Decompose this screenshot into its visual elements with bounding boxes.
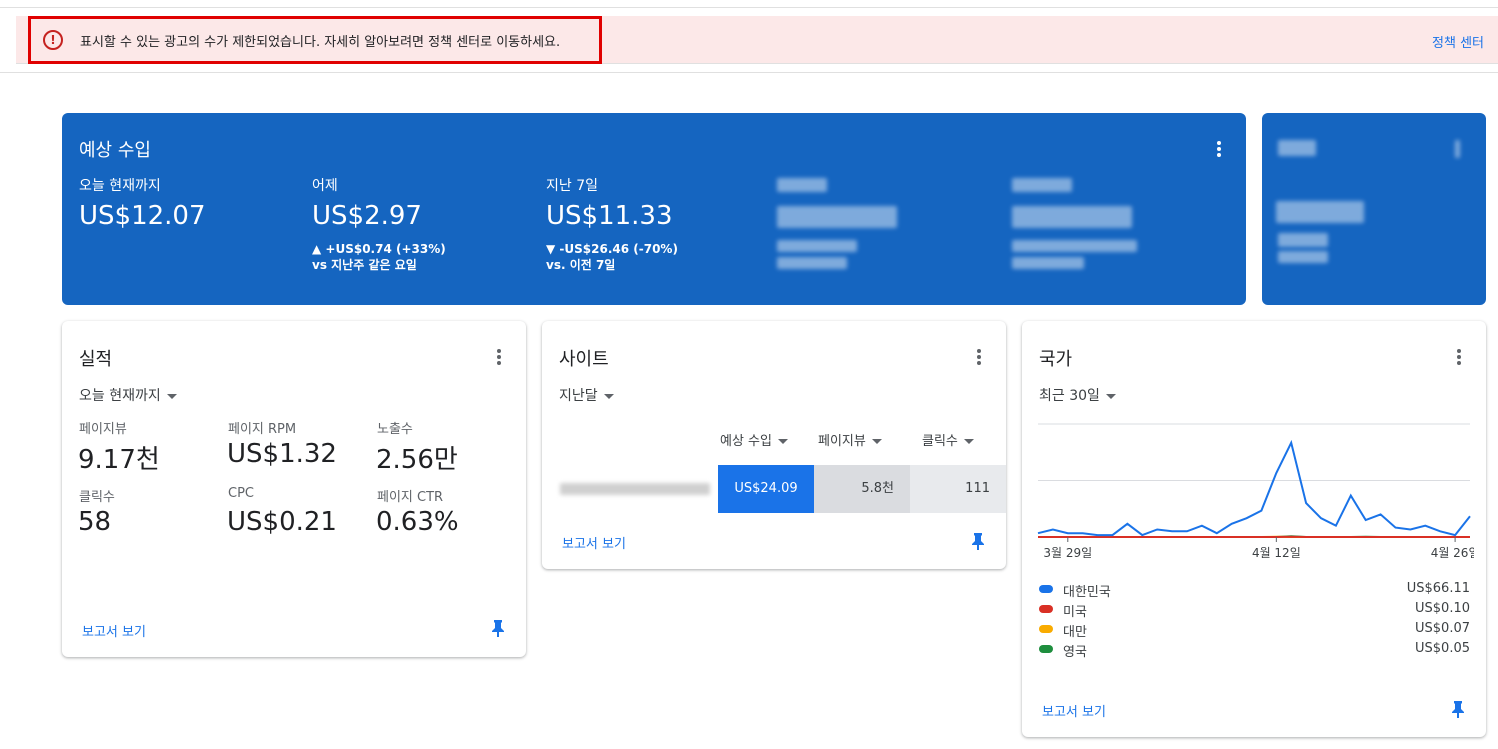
banner-message: 표시할 수 있는 광고의 수가 제한되었습니다. 자세히 알아보려면 정책 센터…: [80, 35, 561, 50]
x-tick-label: 3월 29일: [1043, 546, 1092, 560]
legend-earnings-value: US$0.10: [1415, 601, 1470, 616]
metric-value: US$12.07: [79, 201, 206, 231]
metric-value: US$2.97: [312, 201, 422, 231]
blurred-content: [777, 257, 847, 269]
column-header-earnings[interactable]: 예상 수입: [720, 430, 788, 449]
blurred-content: [777, 240, 857, 252]
top-divider: [0, 7, 1498, 8]
x-tick-label: 4월 26일: [1431, 546, 1474, 560]
metric-label: 오늘 현재까지: [79, 178, 161, 194]
estimated-earnings-card: 예상 수입 오늘 현재까지 US$12.07 어제 US$2.97 ▲ +US$…: [62, 113, 1246, 305]
view-report-link[interactable]: 보고서 보기: [1042, 701, 1106, 720]
metric-change: ▼ -US$26.46 (-70%) vs. 이전 7일: [546, 242, 678, 272]
blurred-content: [1012, 178, 1072, 192]
metric-label: 지난 7일: [546, 178, 598, 194]
legend-country-name: 대만: [1063, 625, 1087, 640]
caret-down-icon: [1105, 393, 1116, 399]
banner-divider: [0, 72, 1498, 73]
blurred-content: [1012, 206, 1132, 228]
date-range-dropdown[interactable]: 지난달: [559, 385, 614, 405]
cell-clicks: 111: [910, 465, 1006, 513]
metric-yesterday: 어제 US$2.97 ▲ +US$0.74 (+33%) vs 지난주 같은 요…: [312, 175, 512, 273]
card-title: 국가: [1039, 349, 1073, 370]
blurred-content: [777, 206, 897, 228]
metric-label: 노출수: [377, 422, 413, 437]
legend-color-swatch: [1039, 605, 1053, 613]
metric-value: 0.63%: [376, 507, 459, 537]
blurred-content: [1012, 240, 1137, 252]
x-tick-label: 4월 12일: [1252, 546, 1301, 560]
pin-icon[interactable]: [1451, 700, 1465, 718]
sites-card: 사이트 지난달 예상 수입 페이지뷰 클릭수 US$24.09 5.8천 111…: [542, 321, 1006, 569]
more-vert-icon[interactable]: [976, 349, 982, 369]
caret-down-icon: [603, 393, 614, 399]
caret-down-icon: [166, 393, 177, 399]
blurred-content: [1455, 140, 1460, 158]
series-line-대한민국: [1037, 439, 1471, 537]
caret-down-icon: [963, 439, 974, 444]
card-title: 예상 수입: [79, 140, 151, 161]
date-range-dropdown[interactable]: 오늘 현재까지: [79, 385, 177, 405]
legend-country-name: 대한민국: [1063, 585, 1111, 600]
legend-color-swatch: [1039, 645, 1053, 653]
country-line-chart: 3월 29일 4월 12일 4월 26일: [1037, 423, 1474, 560]
blurred-content: [1278, 233, 1328, 247]
metric-label: CPC: [228, 486, 254, 501]
legend-earnings-value: US$66.11: [1406, 581, 1470, 596]
legend-item[interactable]: 미국 US$0.10: [1039, 599, 1470, 620]
legend-country-name: 미국: [1063, 605, 1087, 620]
metric-label: 어제: [312, 178, 338, 194]
blurred-content: [777, 178, 827, 192]
countries-card: 국가 최근 30일 3월 29일 4월 12일 4월 26일 대한민국 US$66.1…: [1022, 321, 1486, 737]
performance-card: 실적 오늘 현재까지 페이지뷰 9.17천 페이지 RPM US$1.32 노출…: [62, 321, 526, 657]
error-icon: !: [43, 30, 63, 50]
metric-last-7-days: 지난 7일 US$11.33 ▼ -US$26.46 (-70%) vs. 이전…: [546, 175, 746, 273]
cell-pageviews: 5.8천: [814, 465, 910, 513]
metric-label: 페이지뷰: [79, 422, 127, 437]
view-report-link[interactable]: 보고서 보기: [562, 533, 626, 552]
metric-label: 클릭수: [79, 490, 115, 505]
legend-item[interactable]: 대한민국 US$66.11: [1039, 579, 1470, 600]
metric-label: 페이지 RPM: [228, 422, 297, 437]
metric-label: 페이지 CTR: [377, 490, 444, 505]
column-header-pageviews[interactable]: 페이지뷰: [818, 430, 882, 449]
metric-value: US$11.33: [546, 201, 673, 231]
legend-color-swatch: [1039, 585, 1053, 593]
more-vert-icon[interactable]: [1456, 349, 1462, 369]
view-report-link[interactable]: 보고서 보기: [82, 621, 146, 640]
metric-value: 2.56만: [376, 445, 458, 475]
date-range-dropdown[interactable]: 최근 30일: [1039, 385, 1116, 405]
cell-earnings: US$24.09: [718, 465, 814, 513]
policy-center-link[interactable]: 정책 센터: [1432, 32, 1484, 51]
legend-item[interactable]: 영국 US$0.05: [1039, 639, 1470, 660]
legend-country-name: 영국: [1063, 645, 1087, 660]
legend-item[interactable]: 대만 US$0.07: [1039, 619, 1470, 640]
metric-value: 58: [78, 507, 112, 537]
metric-today: 오늘 현재까지 US$12.07: [79, 175, 279, 231]
metric-value: US$0.21: [227, 507, 337, 537]
blurred-content: [1278, 251, 1328, 263]
balance-card: [1262, 113, 1486, 305]
more-vert-icon[interactable]: [1216, 141, 1222, 161]
card-title: 실적: [79, 349, 113, 370]
blurred-site-name: [560, 483, 710, 495]
metric-value: 9.17천: [78, 445, 160, 475]
pin-icon[interactable]: [971, 532, 985, 550]
caret-down-icon: [871, 439, 882, 444]
table-row[interactable]: US$24.09 5.8천 111: [542, 465, 1006, 513]
metric-value: US$1.32: [227, 439, 337, 469]
legend-earnings-value: US$0.07: [1415, 621, 1470, 636]
blurred-content: [1276, 201, 1364, 223]
pin-icon[interactable]: [491, 619, 505, 637]
blurred-content: [1278, 140, 1316, 156]
legend-earnings-value: US$0.05: [1415, 641, 1470, 656]
column-header-clicks[interactable]: 클릭수: [922, 430, 974, 449]
legend-color-swatch: [1039, 625, 1053, 633]
caret-down-icon: [777, 439, 788, 444]
card-title: 사이트: [559, 349, 609, 370]
more-vert-icon[interactable]: [496, 349, 502, 369]
blurred-content: [1012, 257, 1084, 269]
metric-change: ▲ +US$0.74 (+33%) vs 지난주 같은 요일: [312, 242, 446, 272]
